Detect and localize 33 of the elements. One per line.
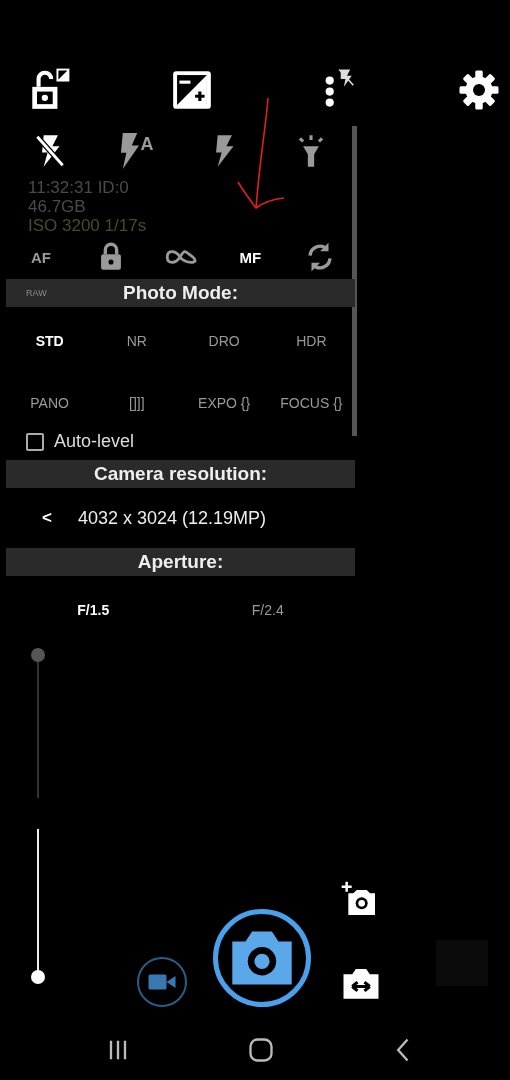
photo-mode-option[interactable]: STD bbox=[35, 333, 64, 349]
shutter-button[interactable] bbox=[213, 909, 311, 1007]
camera-info-text: 46.7GB bbox=[28, 197, 87, 216]
photo-mode-option[interactable]: []]] bbox=[129, 395, 145, 411]
checkbox[interactable] bbox=[26, 432, 44, 451]
scrollbar[interactable] bbox=[352, 126, 357, 436]
photo-mode-option[interactable]: FOCUS {} bbox=[280, 395, 343, 411]
checkbox-label: Auto-level bbox=[54, 431, 135, 452]
section-title: Camera resolution: bbox=[93, 463, 268, 485]
photo-mode-option[interactable]: PANO bbox=[30, 395, 69, 411]
photo-mode-option[interactable]: DRO bbox=[208, 333, 240, 349]
exposure-icon[interactable] bbox=[170, 68, 214, 112]
focus-mode-button[interactable]: AF bbox=[26, 246, 55, 268]
home-icon[interactable] bbox=[247, 1036, 275, 1064]
focus-mode-button[interactable]: MF bbox=[235, 246, 266, 268]
aperture-option[interactable]: F/2.4 bbox=[251, 602, 284, 618]
aperture-option[interactable]: F/1.5 bbox=[77, 602, 110, 618]
settings-icon[interactable] bbox=[458, 69, 500, 111]
slider-thumb[interactable] bbox=[31, 970, 45, 984]
photo-mode-option[interactable]: EXPO {} bbox=[198, 395, 251, 411]
camera-info-text: 11:32:31 ID:0 bbox=[28, 178, 130, 197]
photo-mode-option[interactable]: HDR bbox=[296, 333, 327, 349]
section-title: Photo Mode: bbox=[123, 282, 238, 304]
photo-mode-option[interactable]: NR bbox=[126, 333, 147, 349]
flash-auto-icon bbox=[120, 132, 141, 170]
resolution-value: 4032 x 3024 (12.19MP) bbox=[77, 507, 267, 529]
slider-thumb[interactable] bbox=[31, 648, 45, 662]
video-mode-button[interactable] bbox=[137, 957, 187, 1007]
previous-button[interactable]: < bbox=[38, 508, 56, 528]
section-title: Aperture: bbox=[137, 551, 224, 573]
camera-info-text: ISO 3200 1/17s bbox=[28, 216, 148, 235]
flash-auto-button[interactable]: A bbox=[120, 132, 154, 170]
raw-label: RAW bbox=[26, 288, 47, 298]
